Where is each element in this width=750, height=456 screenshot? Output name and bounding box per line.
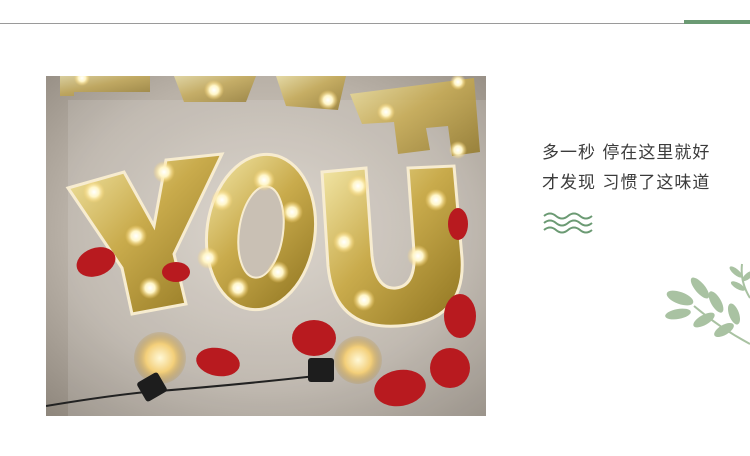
top-accent-bar <box>684 20 750 24</box>
tagline: 多一秒 停在这里就好 才发现 习惯了这味道 <box>542 138 742 198</box>
tagline-line-2: 才发现 习惯了这味道 <box>542 173 711 193</box>
leaf-branch-icon <box>664 258 750 354</box>
tagline-line-1: 多一秒 停在这里就好 <box>542 143 711 163</box>
product-photo <box>46 76 486 416</box>
wavy-lines-icon <box>542 210 594 236</box>
top-divider-line <box>0 23 750 24</box>
marquee-letters-image <box>46 76 486 416</box>
